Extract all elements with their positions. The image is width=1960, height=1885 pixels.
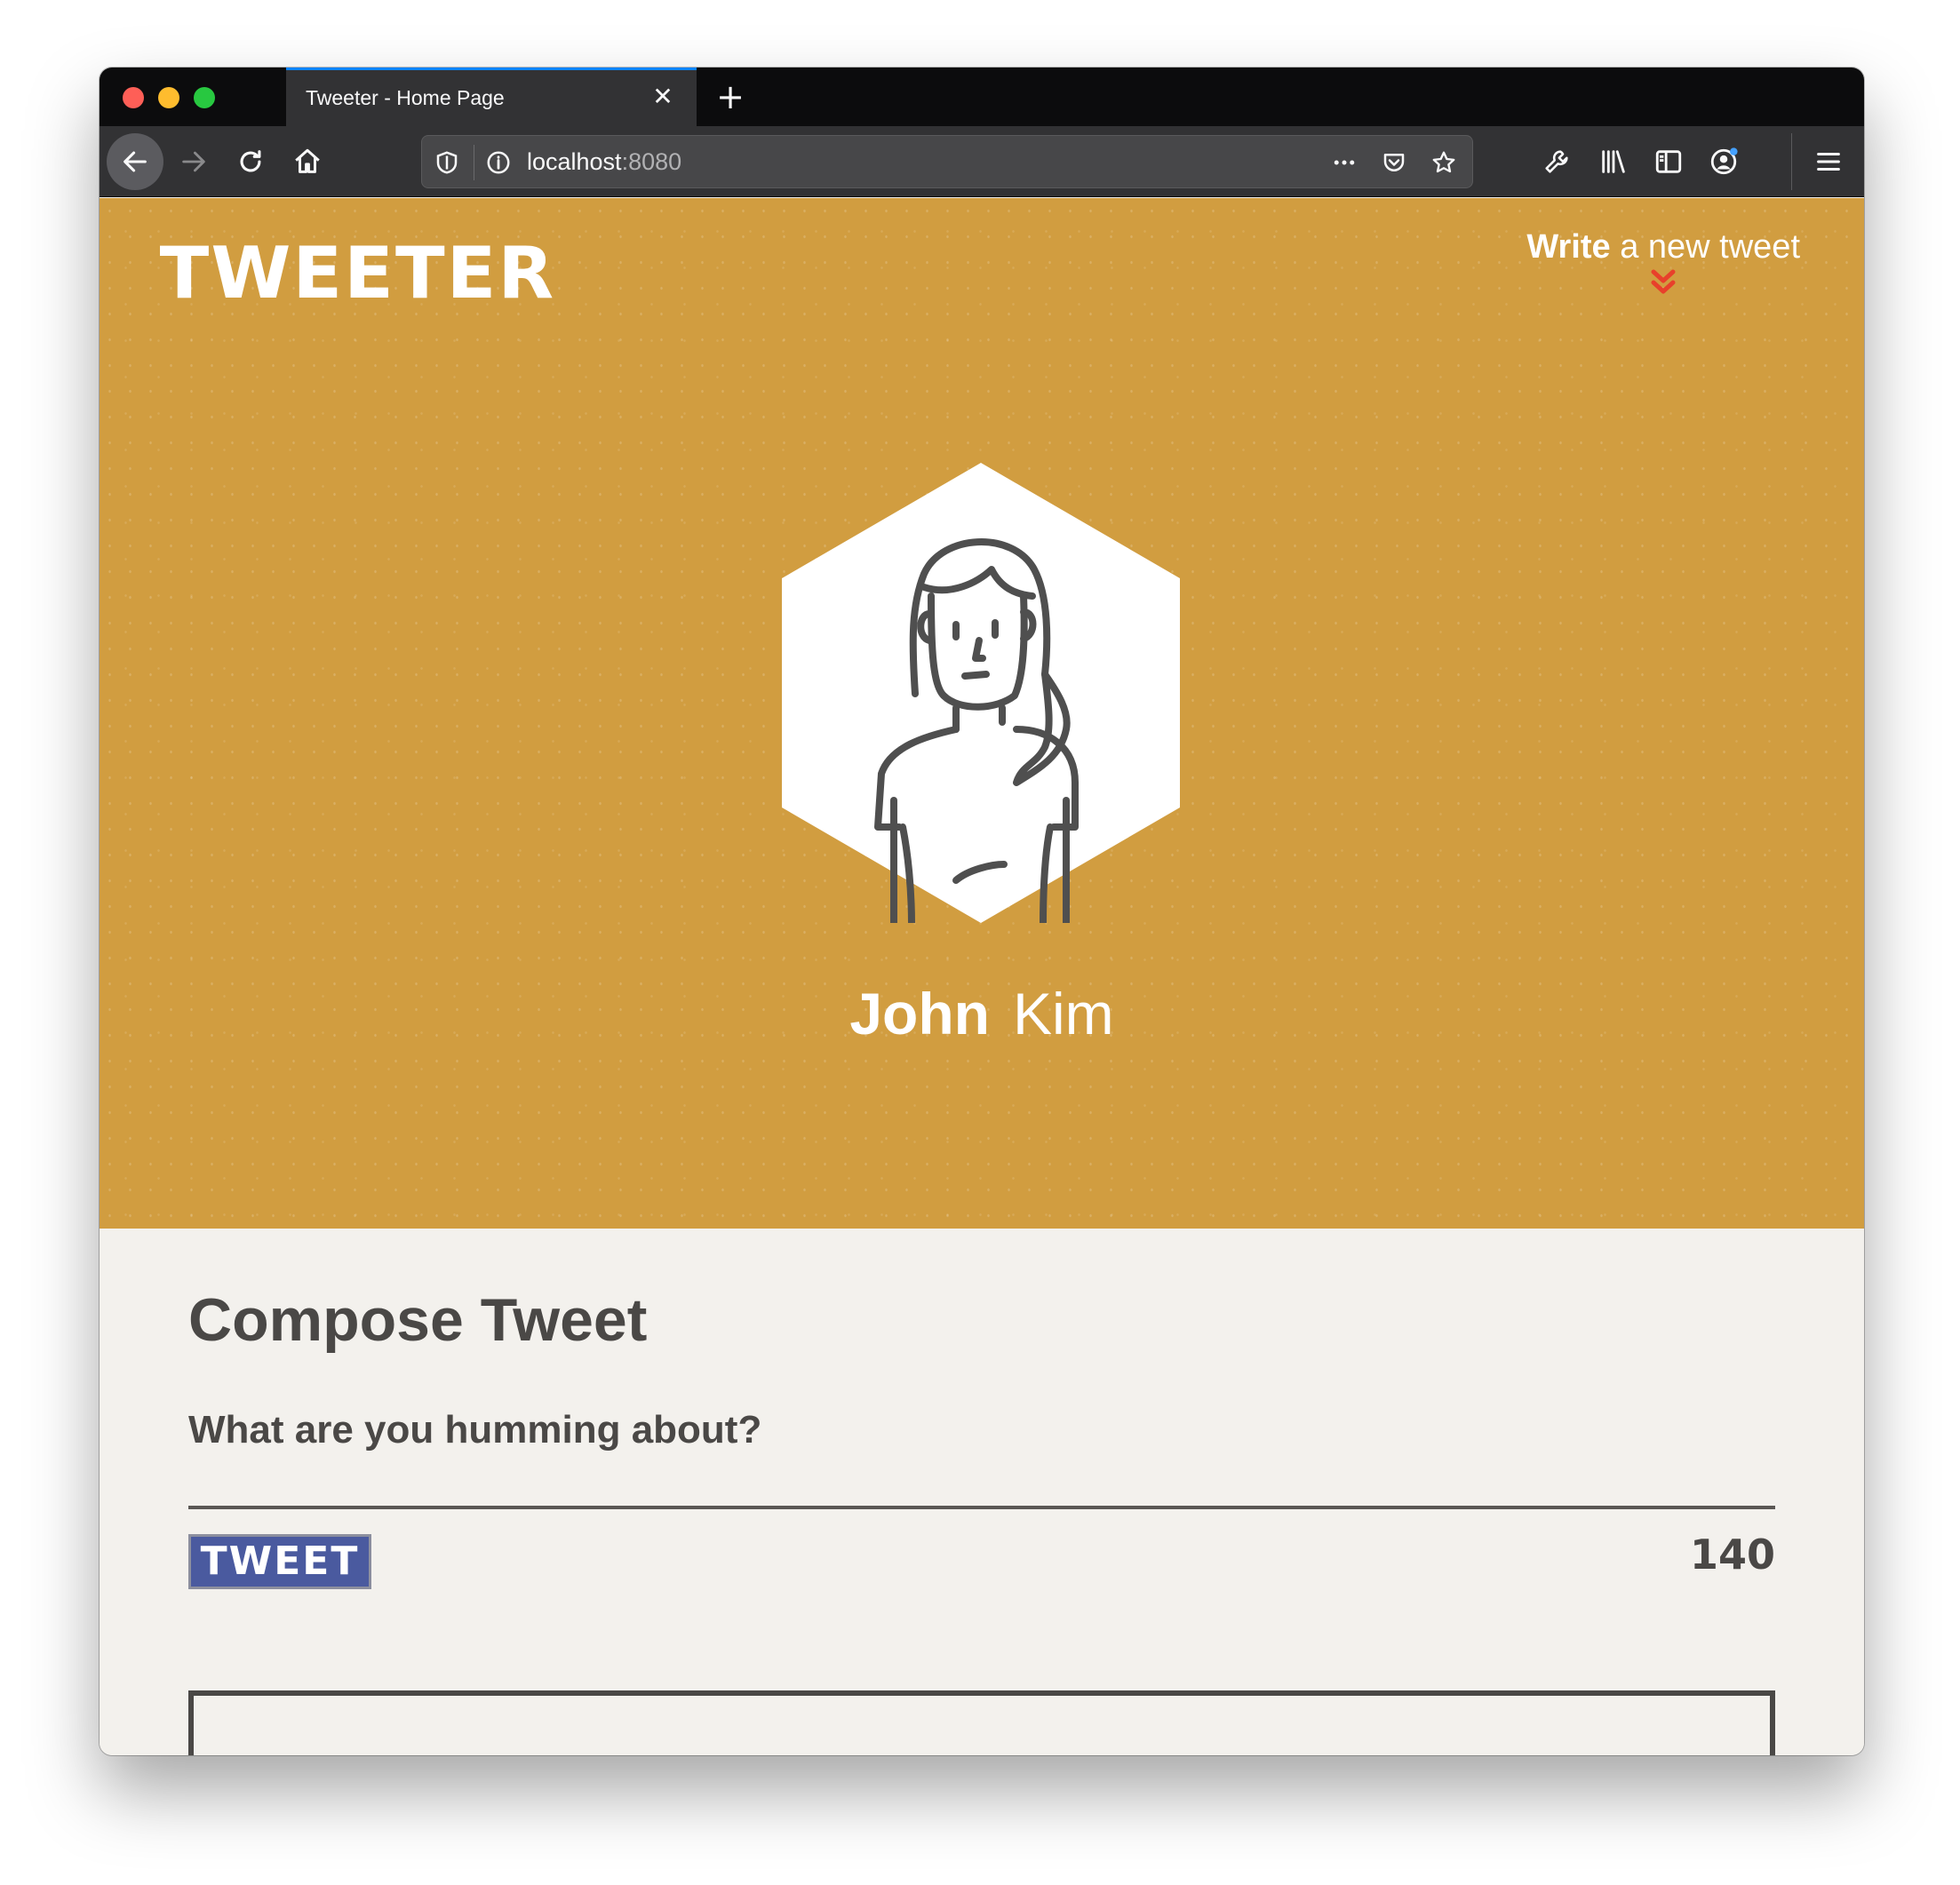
menu-button[interactable] xyxy=(1804,137,1853,187)
forward-button[interactable] xyxy=(169,137,219,187)
close-window-button[interactable] xyxy=(123,87,144,108)
tab-close-icon[interactable]: ✕ xyxy=(645,79,681,115)
page-content: TWEETER Write a new tweet John Kim Compo… xyxy=(100,198,1864,1755)
wrench-icon xyxy=(1545,150,1568,173)
library-icon xyxy=(1602,150,1625,173)
home-button[interactable] xyxy=(283,137,332,187)
tweet-text-input[interactable] xyxy=(188,1465,1775,1509)
write-new-tweet-link[interactable]: Write a new tweet xyxy=(1526,228,1800,297)
tweet-card xyxy=(188,1690,1775,1755)
hamburger-menu-icon xyxy=(1817,152,1840,171)
site-info-icon[interactable] xyxy=(482,147,514,179)
reload-button[interactable] xyxy=(226,137,275,187)
tab-active[interactable]: Tweeter - Home Page ✕ xyxy=(286,68,697,126)
tab-bar: Tweeter - Home Page ✕ + xyxy=(100,68,1864,126)
navigation-toolbar: localhost:8080 xyxy=(100,126,1864,197)
account-button[interactable] xyxy=(1699,137,1749,187)
compose-label: What are you humming about? xyxy=(188,1408,762,1452)
back-button[interactable] xyxy=(107,133,163,190)
woman-avatar-icon xyxy=(782,463,1180,923)
arrow-left-icon xyxy=(123,151,147,172)
new-tab-button[interactable]: + xyxy=(713,80,748,115)
url-bar[interactable]: localhost:8080 xyxy=(421,135,1473,188)
library-button[interactable] xyxy=(1589,137,1638,187)
sidebar-icon xyxy=(1655,150,1682,173)
character-counter: 140 xyxy=(1689,1531,1775,1579)
maximize-window-button[interactable] xyxy=(194,87,215,108)
user-first-name: John xyxy=(849,981,990,1046)
tab-title: Tweeter - Home Page xyxy=(306,86,505,109)
devtools-button[interactable] xyxy=(1532,137,1582,187)
compose-title: Compose Tweet xyxy=(188,1286,648,1354)
double-chevron-down-icon xyxy=(1651,269,1676,294)
url-text[interactable]: localhost:8080 xyxy=(527,148,681,176)
bookmark-star-icon[interactable] xyxy=(1428,147,1460,179)
profile-header: TWEETER Write a new tweet John Kim xyxy=(100,198,1864,1229)
sidebar-button[interactable] xyxy=(1644,137,1693,187)
home-icon xyxy=(295,148,320,173)
account-icon xyxy=(1710,147,1738,175)
tracking-protection-shield-icon[interactable] xyxy=(431,147,463,179)
toolbar-separator xyxy=(1791,133,1792,190)
site-logo[interactable]: TWEETER xyxy=(160,232,556,314)
page-actions-icon[interactable] xyxy=(1328,147,1360,179)
browser-window: Tweeter - Home Page ✕ + localhost:8080 T… xyxy=(100,68,1864,1755)
user-last-name: Kim xyxy=(1012,981,1114,1046)
arrow-right-icon xyxy=(182,151,205,172)
write-link-rest: a new tweet xyxy=(1610,228,1800,266)
url-host: localhost xyxy=(527,148,622,175)
minimize-window-button[interactable] xyxy=(158,87,179,108)
tweet-submit-button[interactable]: TWEET xyxy=(188,1534,371,1589)
reload-icon xyxy=(240,150,261,172)
pocket-icon[interactable] xyxy=(1378,147,1410,179)
url-port: :8080 xyxy=(621,148,682,175)
user-full-name: John Kim xyxy=(100,980,1864,1047)
write-link-strong: Write xyxy=(1526,228,1611,266)
